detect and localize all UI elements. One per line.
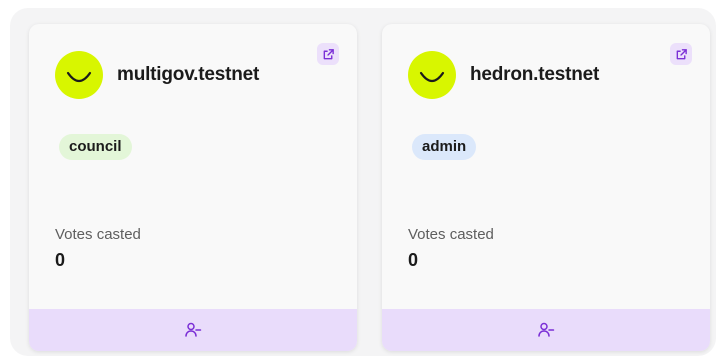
remove-user-icon xyxy=(538,322,555,337)
smile-avatar-icon xyxy=(55,51,103,99)
remove-member-button[interactable] xyxy=(382,309,710,351)
votes-value: 0 xyxy=(408,250,419,270)
member-card: hedron.testnet admin Votes casted 0 xyxy=(382,24,710,351)
remove-member-button[interactable] xyxy=(29,309,357,351)
member-card: multigov.testnet council Votes casted 0 xyxy=(29,24,357,351)
external-link-icon[interactable] xyxy=(670,43,692,65)
external-link-icon[interactable] xyxy=(317,43,339,65)
members-board: multigov.testnet council Votes casted 0 … xyxy=(10,8,716,356)
member-name: hedron.testnet xyxy=(470,64,600,85)
votes-label: Votes casted xyxy=(408,226,494,243)
smile-avatar-icon xyxy=(408,51,456,99)
member-name: multigov.testnet xyxy=(117,64,260,85)
role-badge: council xyxy=(59,134,132,160)
remove-user-icon xyxy=(185,322,202,337)
votes-label: Votes casted xyxy=(55,226,141,243)
votes-value: 0 xyxy=(55,250,66,270)
role-badge: admin xyxy=(412,134,477,160)
